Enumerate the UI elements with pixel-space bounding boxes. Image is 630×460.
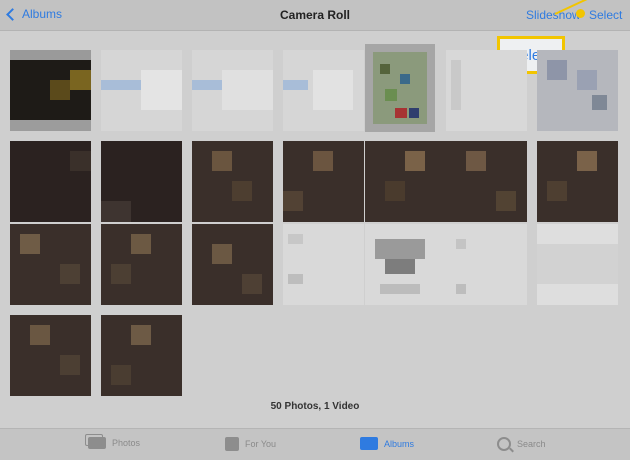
library-summary: 50 Photos, 1 Video bbox=[270, 401, 360, 412]
photo-thumbnail[interactable] bbox=[10, 224, 91, 305]
select-button[interactable]: Select bbox=[589, 8, 622, 22]
tab-bar: Photos For You Albums Search bbox=[0, 428, 630, 460]
photo-thumbnail[interactable] bbox=[283, 50, 364, 131]
photo-thumbnail[interactable] bbox=[10, 50, 91, 131]
callout-dot bbox=[576, 9, 585, 18]
screen: Albums Camera Roll Slideshow Select Sele… bbox=[0, 0, 630, 460]
photo-thumbnail[interactable] bbox=[101, 315, 182, 396]
photo-thumbnail[interactable] bbox=[365, 141, 446, 222]
photo-thumbnail[interactable] bbox=[192, 224, 273, 305]
tab-for-you[interactable]: For You bbox=[225, 437, 276, 451]
search-icon bbox=[497, 437, 511, 451]
photo-thumbnail[interactable] bbox=[101, 141, 182, 222]
tab-albums[interactable]: Albums bbox=[360, 437, 414, 450]
photo-thumbnail[interactable] bbox=[537, 50, 618, 131]
photo-thumbnail[interactable] bbox=[446, 141, 527, 222]
albums-icon bbox=[360, 437, 378, 450]
tab-search[interactable]: Search bbox=[497, 437, 546, 451]
photo-thumbnail[interactable] bbox=[192, 50, 273, 131]
tab-search-label: Search bbox=[517, 439, 546, 449]
photo-thumbnail[interactable] bbox=[365, 224, 446, 305]
navigation-bar: Albums Camera Roll Slideshow Select bbox=[0, 0, 630, 31]
tab-albums-label: Albums bbox=[384, 438, 415, 449]
tab-photos[interactable]: Photos bbox=[85, 434, 141, 449]
photo-thumbnail[interactable] bbox=[446, 50, 527, 131]
photo-thumbnail[interactable] bbox=[192, 141, 273, 222]
photo-thumbnail[interactable] bbox=[283, 141, 364, 222]
photo-thumbnail[interactable] bbox=[537, 141, 618, 222]
photo-thumbnail[interactable] bbox=[10, 315, 91, 396]
for-you-icon bbox=[225, 437, 239, 451]
photo-thumbnail[interactable] bbox=[283, 224, 364, 305]
photo-thumbnail[interactable] bbox=[101, 50, 182, 131]
photo-thumbnail[interactable] bbox=[10, 141, 91, 222]
photos-icon bbox=[85, 434, 106, 449]
tab-for-you-label: For You bbox=[245, 439, 277, 449]
photo-thumbnail[interactable] bbox=[446, 224, 527, 305]
tab-photos-label: Photos bbox=[112, 438, 141, 448]
photo-thumbnail[interactable] bbox=[537, 224, 618, 305]
slideshow-button[interactable]: Slideshow bbox=[526, 8, 581, 22]
photo-thumbnail[interactable] bbox=[365, 44, 435, 132]
photo-thumbnail[interactable] bbox=[101, 224, 182, 305]
